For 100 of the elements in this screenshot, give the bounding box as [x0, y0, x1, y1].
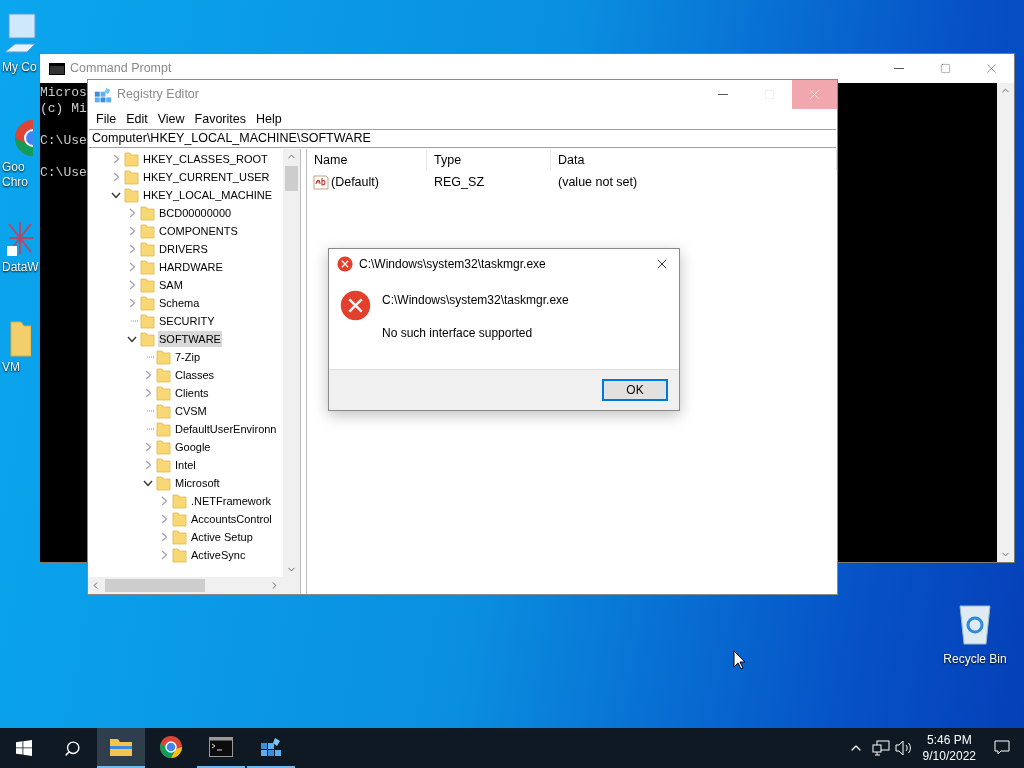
scroll-thumb[interactable] [105, 579, 205, 592]
expand-chevron-icon[interactable] [128, 262, 136, 272]
column-header[interactable]: Name [307, 150, 427, 170]
folder-icon [140, 259, 155, 275]
tree-item[interactable]: CVSM [174, 403, 208, 419]
menu-item[interactable]: Edit [121, 109, 153, 129]
folder-icon [172, 529, 187, 545]
tree-item[interactable]: .NETFramework [190, 493, 273, 509]
tree-item[interactable]: BCD00000000 [158, 205, 233, 221]
console-text: (c) Mi [40, 101, 87, 117]
tree-item[interactable]: SAM [158, 277, 184, 293]
expand-chevron-icon[interactable] [144, 460, 152, 470]
collapse-chevron-icon[interactable] [143, 479, 153, 487]
expand-chevron-icon[interactable] [144, 388, 152, 398]
menu-item[interactable]: Help [251, 109, 287, 129]
collapse-chevron-icon[interactable] [127, 335, 137, 343]
menu-item[interactable]: File [91, 109, 122, 129]
tree-item[interactable]: SECURITY [158, 313, 216, 329]
dotted-line-icon [147, 356, 155, 358]
folder-icon [156, 475, 171, 491]
tree-item[interactable]: Microsoft [174, 475, 221, 491]
tree-item[interactable]: Clients [174, 385, 210, 401]
tree-item[interactable]: AccountsControl [190, 511, 273, 527]
terminal-icon [209, 737, 233, 757]
scrollbar[interactable] [997, 83, 1014, 562]
folder-icon [172, 547, 187, 563]
tree-item[interactable]: Google [174, 439, 212, 455]
folder-icon [140, 277, 155, 293]
folder-icon [156, 439, 171, 455]
address-bar[interactable]: Computer\HKEY_LOCAL_MACHINE\SOFTWARE [89, 129, 836, 148]
dotted-line-icon [147, 410, 155, 412]
terminal-icon [49, 62, 65, 75]
clock[interactable]: 5:46 PM 9/10/2022 [918, 732, 980, 764]
scrollbar[interactable] [88, 577, 300, 594]
tree-item[interactable]: DRIVERS [158, 241, 209, 257]
tree-item[interactable]: DefaultUserEnvironn [174, 421, 278, 437]
ok-button[interactable]: OK [602, 379, 668, 401]
string-value-icon [313, 174, 329, 190]
windows-logo-icon [16, 740, 32, 756]
expand-chevron-icon[interactable] [160, 532, 168, 542]
folder-icon [140, 295, 155, 311]
error-icon [340, 290, 371, 321]
menu-item[interactable]: View [152, 109, 190, 129]
scrollbar[interactable] [283, 149, 300, 577]
value-type: REG_SZ [433, 173, 485, 191]
folder-icon [156, 403, 171, 419]
cursor-icon [733, 650, 746, 670]
tree-item[interactable]: Classes [174, 367, 216, 383]
folder-icon [124, 187, 139, 203]
expand-chevron-icon[interactable] [112, 172, 120, 182]
browser-icon [159, 735, 183, 759]
folder-icon [140, 205, 155, 221]
tree-item[interactable]: Active Setup [190, 529, 254, 545]
collapse-chevron-icon[interactable] [111, 191, 121, 199]
tree-item[interactable]: ActiveSync [190, 547, 247, 563]
tree-item[interactable]: Schema [158, 295, 201, 311]
tree-item[interactable]: HKEY_CLASSES_ROOT [142, 151, 269, 167]
tree-item[interactable]: HARDWARE [158, 259, 224, 275]
folder-icon [109, 737, 133, 757]
window-title: Registry Editor [117, 86, 199, 104]
tree-item[interactable]: HKEY_LOCAL_MACHINE [142, 187, 273, 203]
search-icon [63, 739, 81, 757]
window-title: Command Prompt [70, 60, 172, 78]
expand-chevron-icon[interactable] [128, 226, 136, 236]
column-header[interactable]: Data [551, 150, 837, 170]
column-header[interactable]: Type [427, 150, 551, 170]
expand-chevron-icon[interactable] [144, 442, 152, 452]
console-text: C:\Use [40, 165, 87, 181]
expand-chevron-icon[interactable] [112, 154, 120, 164]
expand-chevron-icon[interactable] [144, 370, 152, 380]
folder-icon [140, 313, 155, 329]
tree-item[interactable]: 7-Zip [174, 349, 202, 365]
dotted-line-icon [131, 320, 139, 322]
folder-icon [156, 385, 171, 401]
tree-item[interactable]: COMPONENTS [158, 223, 239, 239]
expand-chevron-icon[interactable] [128, 208, 136, 218]
value-data: (value not set) [557, 173, 639, 191]
tree-item[interactable]: SOFTWARE [158, 331, 222, 347]
folder-icon [156, 367, 171, 383]
expand-chevron-icon[interactable] [160, 550, 168, 560]
tree-item[interactable]: Intel [174, 457, 197, 473]
desktop-icon-label[interactable]: Recycle Bin [943, 650, 1007, 668]
network-icon[interactable] [871, 740, 890, 756]
minimize-icon [894, 68, 904, 69]
taskbar-app-button[interactable] [97, 728, 145, 768]
expand-chevron-icon[interactable] [160, 514, 168, 524]
message-icon [994, 740, 1010, 756]
folder-icon [172, 493, 187, 509]
scroll-thumb[interactable] [285, 166, 298, 191]
registry-icon [94, 85, 112, 104]
expand-chevron-icon[interactable] [128, 244, 136, 254]
expand-chevron-icon[interactable] [128, 280, 136, 290]
expand-chevron-icon[interactable] [128, 298, 136, 308]
dialog-heading: C:\Windows\system32\taskmgr.exe [382, 292, 569, 309]
speaker-icon[interactable] [894, 740, 913, 756]
folder-icon [156, 349, 171, 365]
expand-chevron-icon[interactable] [160, 496, 168, 506]
folder-icon [124, 169, 139, 185]
tree-item[interactable]: HKEY_CURRENT_USER [142, 169, 271, 185]
menu-item[interactable]: Favorites [189, 109, 251, 129]
